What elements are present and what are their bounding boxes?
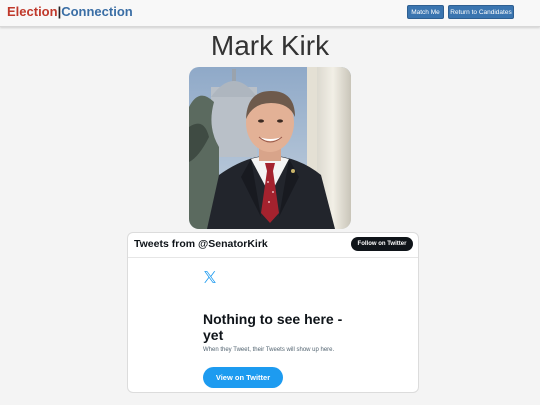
twitter-widget-title[interactable]: Tweets from @SenatorKirk xyxy=(134,238,268,250)
candidate-portrait xyxy=(189,67,351,229)
view-on-twitter-button[interactable]: View on Twitter xyxy=(203,367,283,388)
empty-timeline-title: Nothing to see here - yet xyxy=(203,311,343,343)
twitter-timeline-widget: Tweets from @SenatorKirk Follow on Twitt… xyxy=(127,232,419,393)
candidate-name: Mark Kirk xyxy=(210,30,330,61)
brand-logo[interactable]: Election|Connection xyxy=(7,4,133,19)
twitter-widget-header: Tweets from @SenatorKirk Follow on Twitt… xyxy=(128,233,418,258)
return-to-candidates-button[interactable]: Return to Candidates xyxy=(448,5,514,19)
navbar: Election|Connection Match Me Return to C… xyxy=(0,0,540,27)
follow-on-twitter-button[interactable]: Follow on Twitter xyxy=(351,237,413,251)
brand-word-election: Election xyxy=(7,4,58,19)
brand-word-connection: Connection xyxy=(61,4,133,19)
match-me-button[interactable]: Match Me xyxy=(407,5,444,19)
empty-timeline-subtitle: When they Tweet, their Tweets will show … xyxy=(203,347,335,353)
x-logo-icon xyxy=(203,270,217,284)
